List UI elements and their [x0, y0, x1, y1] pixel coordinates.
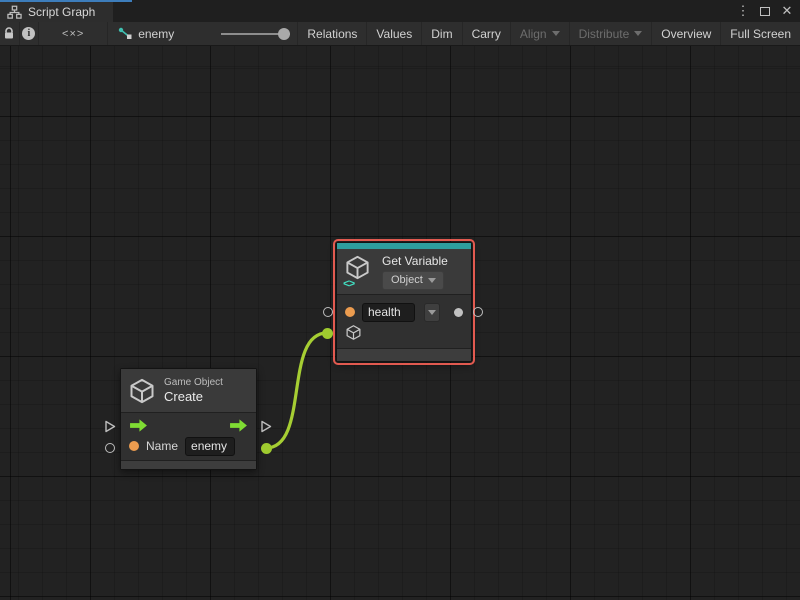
tab-title: Script Graph: [28, 5, 95, 19]
variable-scope-dropdown[interactable]: Object: [382, 271, 444, 290]
dim-button[interactable]: Dim: [421, 22, 461, 45]
zoom-slider[interactable]: [221, 28, 291, 40]
flow-output-port[interactable]: [229, 418, 248, 433]
chevron-down-icon: [634, 31, 642, 36]
chevron-down-icon: [428, 310, 436, 315]
code-icon: <×>: [62, 28, 84, 40]
graph-name-label: enemy: [138, 27, 174, 41]
hierarchy-icon: [7, 5, 22, 20]
align-button: Align: [510, 22, 569, 45]
node-create-game-object[interactable]: Game Object Create Name: [120, 368, 257, 470]
node-get-variable[interactable]: <> Get Variable Object: [336, 242, 472, 362]
script-graph-icon: [118, 27, 132, 40]
flow-input-port[interactable]: [129, 418, 148, 433]
window-titlebar: Script Graph ⋮ ✕: [0, 0, 800, 22]
lock-button[interactable]: [0, 22, 20, 45]
create-name-outer-port[interactable]: [105, 443, 115, 453]
param-label: Name: [146, 439, 178, 453]
distribute-button: Distribute: [569, 22, 652, 45]
get-variable-left-port[interactable]: [323, 307, 333, 317]
wire-start-dot[interactable]: [261, 443, 272, 454]
inspector-button[interactable]: i: [20, 22, 40, 45]
game-object-port-icon[interactable]: [345, 324, 362, 341]
node-header: <> Get Variable Object: [337, 249, 471, 294]
graph-reference[interactable]: enemy: [108, 22, 185, 45]
game-object-cube-icon: [128, 377, 156, 405]
zoom-slider-handle[interactable]: [278, 28, 290, 40]
window-maximize-icon[interactable]: [756, 2, 774, 20]
graph-canvas[interactable]: <> Get Variable Object: [0, 46, 800, 600]
node-title: Get Variable: [382, 254, 448, 268]
window-menu-icon[interactable]: ⋮: [734, 2, 752, 20]
node-header: Game Object Create: [121, 369, 256, 412]
carry-button[interactable]: Carry: [462, 22, 510, 45]
code-badge-icon: <>: [342, 279, 355, 291]
flow-row: [121, 418, 256, 433]
value-output-port[interactable]: [454, 308, 463, 317]
name-param-row: Name: [121, 437, 256, 456]
variable-name-row: [337, 303, 471, 322]
variable-picker-dropdown[interactable]: [424, 303, 440, 322]
relations-button[interactable]: Relations: [297, 22, 366, 45]
wire-end-dot[interactable]: [322, 328, 333, 339]
chevron-down-icon: [428, 278, 436, 283]
variable-cube-icon: <>: [344, 254, 374, 288]
lock-icon: [3, 27, 15, 40]
tab-script-graph[interactable]: Script Graph: [0, 2, 113, 22]
node-footer: [121, 460, 256, 469]
chevron-down-icon: [552, 31, 560, 36]
node-footer: [337, 348, 471, 361]
info-icon: i: [22, 27, 35, 40]
window-close-icon[interactable]: ✕: [778, 2, 796, 20]
code-view-button[interactable]: <×>: [39, 22, 108, 45]
name-input-port[interactable]: [345, 307, 355, 317]
create-flow-out-outer-port[interactable]: [260, 420, 272, 433]
values-button[interactable]: Values: [366, 22, 421, 45]
object-target-row: [337, 324, 471, 341]
name-input-port[interactable]: [129, 441, 139, 451]
create-flow-in-outer-port[interactable]: [104, 420, 116, 433]
get-variable-right-port[interactable]: [473, 307, 483, 317]
node-category: Game Object: [164, 377, 223, 388]
variable-name-input[interactable]: [362, 303, 415, 322]
node-title: Create: [164, 389, 223, 404]
name-value-input[interactable]: [185, 437, 235, 456]
overview-button[interactable]: Overview: [651, 22, 720, 45]
full-screen-button[interactable]: Full Screen: [720, 22, 800, 45]
graph-toolbar: i <×> enemy Relations Values Dim Carry A…: [0, 22, 800, 46]
